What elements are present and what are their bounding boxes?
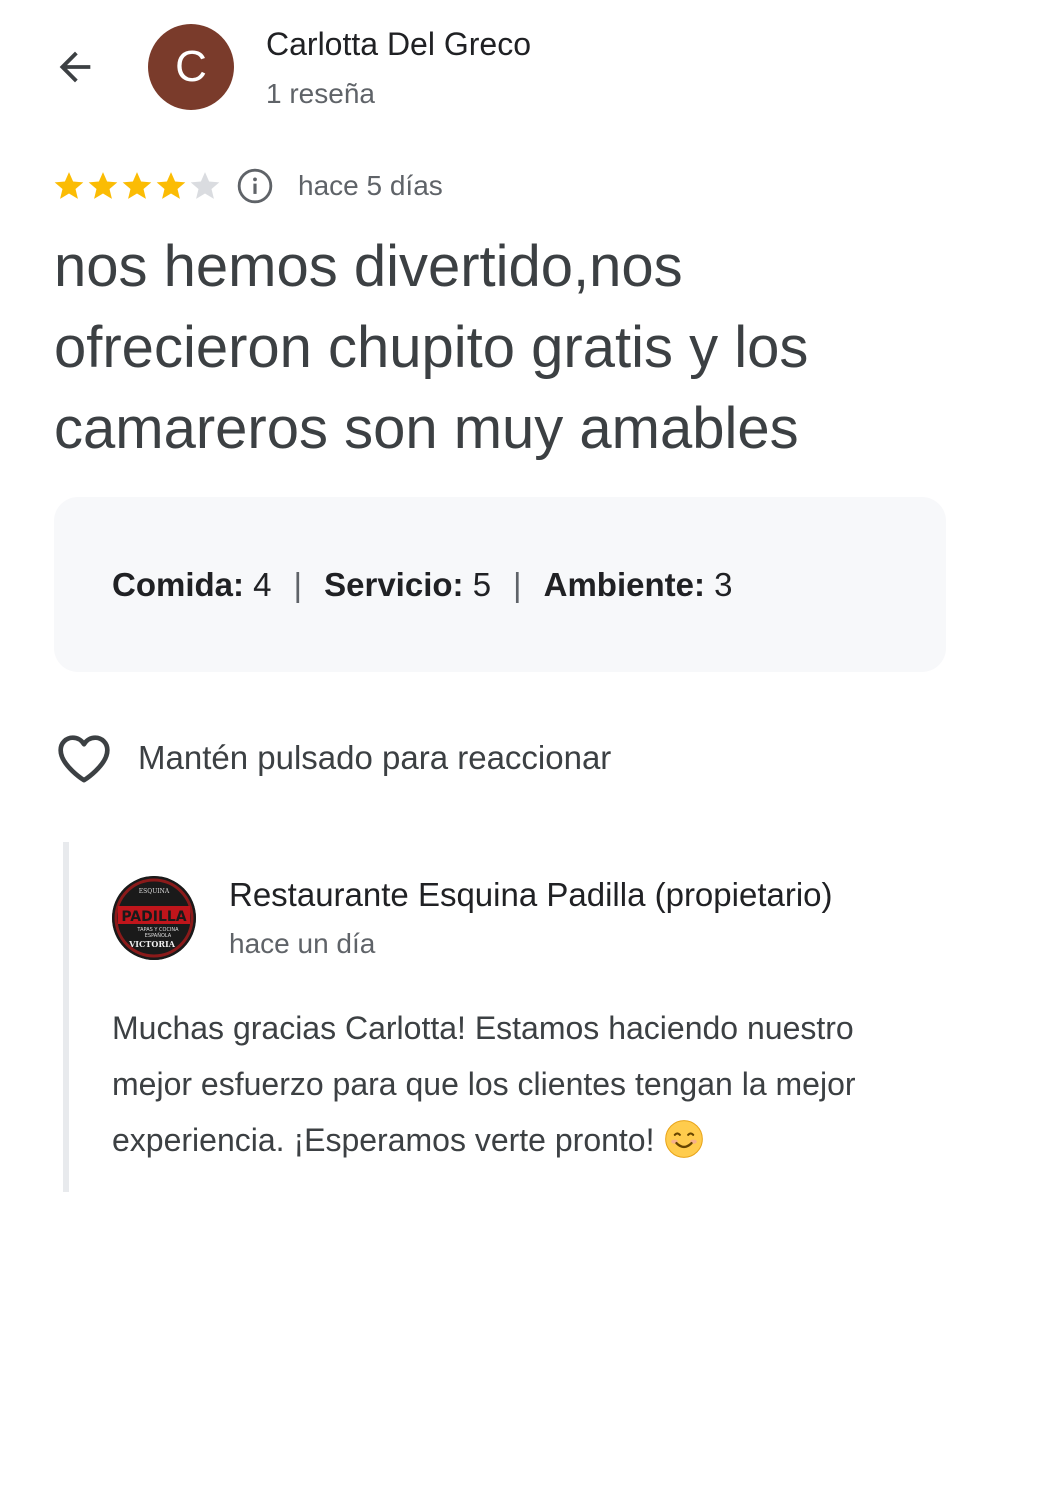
svg-text:VICTORIA: VICTORIA <box>128 939 176 949</box>
svg-text:PADILLA: PADILLA <box>121 909 186 925</box>
author-avatar[interactable]: C <box>148 24 234 110</box>
review-date: hace 5 días <box>298 170 443 201</box>
react-button[interactable]: Mantén pulsado para reaccionar <box>56 730 611 786</box>
aspect-service: Servicio: 5 <box>324 565 492 603</box>
star-filled-icon <box>122 172 152 199</box>
info-icon[interactable] <box>236 167 274 205</box>
smiling-face-icon <box>665 1120 704 1158</box>
author-name[interactable]: Carlotta Del Greco <box>266 26 531 63</box>
react-label: Mantén pulsado para reaccionar <box>138 739 612 776</box>
rating-row: hace 5 días <box>52 166 443 206</box>
heart-outline-icon <box>58 735 110 783</box>
star-rating <box>52 169 222 203</box>
back-button[interactable] <box>50 42 100 92</box>
arrow-left-icon <box>59 51 91 83</box>
star-filled-icon <box>88 172 118 199</box>
aspect-atmosphere: Ambiente: 3 <box>543 565 733 603</box>
star-filled-icon <box>156 172 186 199</box>
restaurant-logo[interactable]: ESQUINA PADILLA TAPAS Y COCINA ESPAÑOLA … <box>112 876 196 960</box>
aspect-ratings: Comida: 4 | Servicio: 5 | Ambiente: 3 <box>54 497 946 672</box>
author-review-count: 1 reseña <box>266 78 375 109</box>
owner-reply-text: Muchas gracias Carlotta! Estamos haciend… <box>112 1010 856 1158</box>
aspect-separator: | <box>513 565 522 603</box>
review-text: nos hemos divertido,nos ofrecieron chupi… <box>54 234 809 461</box>
star-filled-icon <box>54 172 84 199</box>
aspect-food: Comida: 4 <box>112 565 272 603</box>
owner-name[interactable]: Restaurante Esquina Padilla (propietario… <box>229 876 833 914</box>
author-initial: C <box>175 42 207 91</box>
reply-divider <box>63 842 69 1192</box>
aspect-separator: | <box>293 565 303 603</box>
star-empty-icon <box>190 172 220 199</box>
svg-text:ESQUINA: ESQUINA <box>139 888 170 895</box>
svg-text:ESPAÑOLA: ESPAÑOLA <box>145 932 172 939</box>
owner-reply-date: hace un día <box>229 928 376 959</box>
